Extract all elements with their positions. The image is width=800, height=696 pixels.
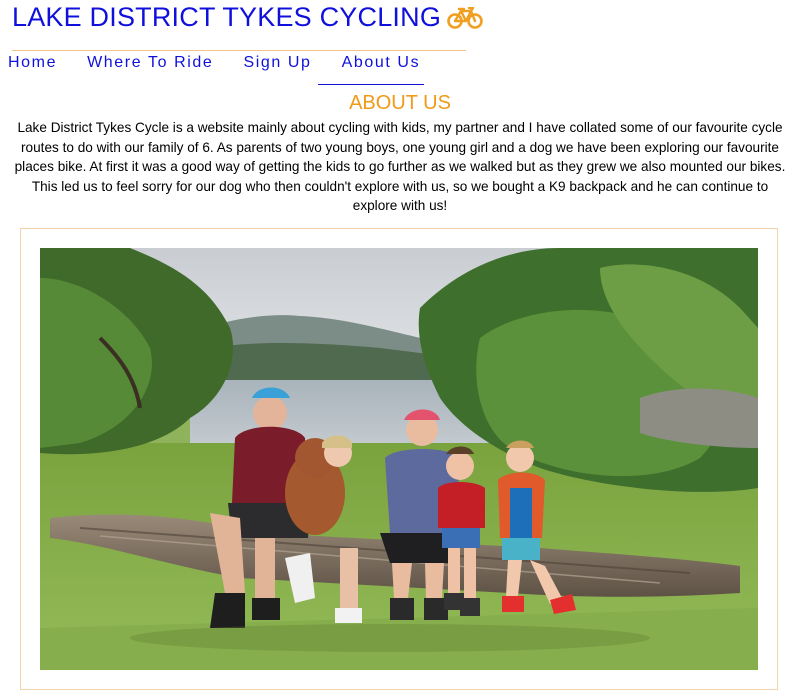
about-heading: ABOUT US — [349, 92, 451, 114]
nav-where-to-ride[interactable]: Where To Ride — [87, 54, 213, 72]
nav-active-underline — [318, 84, 424, 85]
nav-home[interactable]: Home — [8, 54, 57, 72]
bicycle-icon — [447, 5, 483, 36]
family-photo — [40, 248, 758, 670]
site-title: LAKE DISTRICT TYKES CYCLING — [12, 2, 483, 36]
photo-frame — [20, 228, 778, 690]
site-title-text: LAKE DISTRICT TYKES CYCLING — [12, 2, 442, 32]
nav-about-us[interactable]: About Us — [342, 54, 421, 72]
about-paragraph: Lake District Tykes Cycle is a website m… — [14, 120, 786, 213]
nav-sign-up[interactable]: Sign Up — [243, 54, 311, 72]
header-divider — [12, 50, 466, 51]
main-nav: Home Where To Ride Sign Up About Us — [8, 54, 420, 72]
